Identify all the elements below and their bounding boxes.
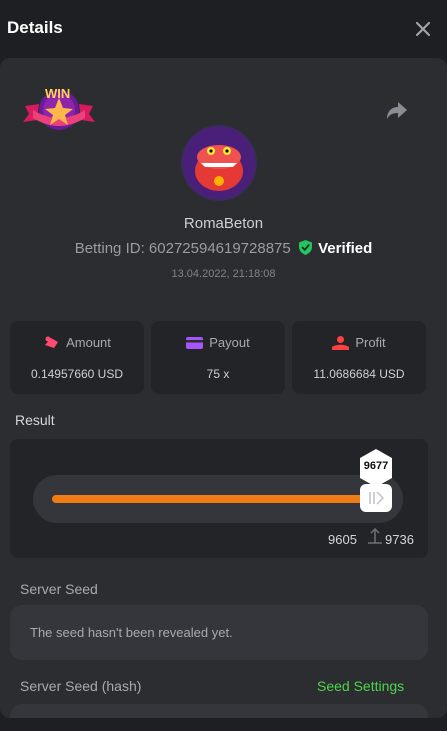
payout-label-row: Payout xyxy=(151,335,285,350)
profit-icon xyxy=(332,336,350,350)
betting-id-label: Betting ID: xyxy=(74,240,145,257)
profit-value: 11.0686684 USD xyxy=(313,367,405,381)
modal-title: Details xyxy=(7,18,63,37)
result-value: 9677 xyxy=(363,460,389,472)
username: RomaBeton xyxy=(183,215,264,232)
range-arrow-icon xyxy=(368,527,382,544)
result-max: 9736 xyxy=(385,532,414,547)
amount-card: Amount 0.14957660 USD xyxy=(10,321,144,394)
payout-value: 75 x xyxy=(206,367,230,381)
server-seed-label: Server Seed xyxy=(20,581,98,597)
profit-label: Profit xyxy=(355,335,386,350)
win-badge: WIN xyxy=(23,82,95,138)
verified-shield-icon xyxy=(298,240,312,255)
payout-icon xyxy=(186,337,204,349)
amount-icon xyxy=(45,336,59,348)
result-value-bubble: 9677 xyxy=(359,449,393,487)
result-label: Result xyxy=(15,412,55,428)
payout-card: Payout 75 x xyxy=(151,321,285,394)
amount-label-row: Amount xyxy=(10,335,144,350)
result-slider-track xyxy=(33,475,403,523)
betting-id-row: Betting ID: 60272594619728875 Verified xyxy=(0,240,447,257)
profit-label-row: Profit xyxy=(292,335,426,350)
close-icon[interactable] xyxy=(412,18,434,40)
details-panel: WIN RomaBeton Betting ID: 60272594619728… xyxy=(0,58,447,718)
server-seed-field: The seed hasn't been revealed yet. xyxy=(10,605,428,660)
server-seed-message: The seed hasn't been revealed yet. xyxy=(30,625,233,640)
server-seed-hash-field xyxy=(10,704,428,718)
verified-label: Verified xyxy=(318,240,373,257)
amount-value: 0.14957660 USD xyxy=(30,367,124,381)
seed-settings-link[interactable]: Seed Settings xyxy=(317,678,404,694)
amount-label: Amount xyxy=(66,335,111,350)
result-slider-handle[interactable] xyxy=(360,484,392,512)
result-slider-fill xyxy=(52,495,364,503)
result-min: 9605 xyxy=(328,532,357,547)
payout-label: Payout xyxy=(209,335,250,350)
server-seed-hash-label: Server Seed (hash) xyxy=(20,678,142,694)
share-icon[interactable] xyxy=(384,98,410,122)
result-panel: 9677 9605 9736 xyxy=(10,439,428,558)
win-badge-text: WIN xyxy=(45,86,71,101)
profit-card: Profit 11.0686684 USD xyxy=(292,321,426,394)
details-header: Details xyxy=(0,0,447,58)
bet-datetime: 13.04.2022, 21:18:08 xyxy=(171,268,276,280)
betting-id-value: 60272594619728875 xyxy=(148,240,291,257)
avatar xyxy=(181,125,257,201)
